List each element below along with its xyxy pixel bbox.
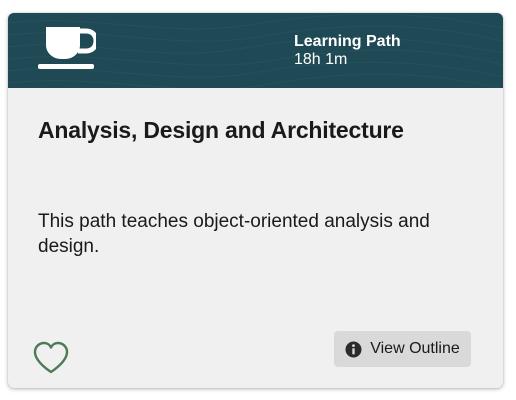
- path-duration: 18h 1m: [294, 51, 348, 68]
- info-circle-icon: [345, 341, 362, 357]
- path-type-label: Learning Path: [294, 33, 401, 50]
- favorite-button[interactable]: [32, 341, 70, 375]
- path-info: Learning Path 18h 1m: [294, 33, 401, 69]
- card-title[interactable]: Analysis, Design and Architecture: [38, 117, 404, 144]
- view-outline-label: View Outline: [370, 340, 460, 357]
- heart-outline-icon: [33, 341, 69, 374]
- coffee-cup-icon: [38, 27, 96, 69]
- card-description: This path teaches object-oriented analys…: [38, 211, 430, 257]
- card-banner: Learning Path 18h 1m: [8, 13, 503, 88]
- learning-path-card[interactable]: Learning Path 18h 1m Analysis, Design an…: [8, 13, 503, 388]
- view-outline-button[interactable]: View Outline: [334, 331, 471, 367]
